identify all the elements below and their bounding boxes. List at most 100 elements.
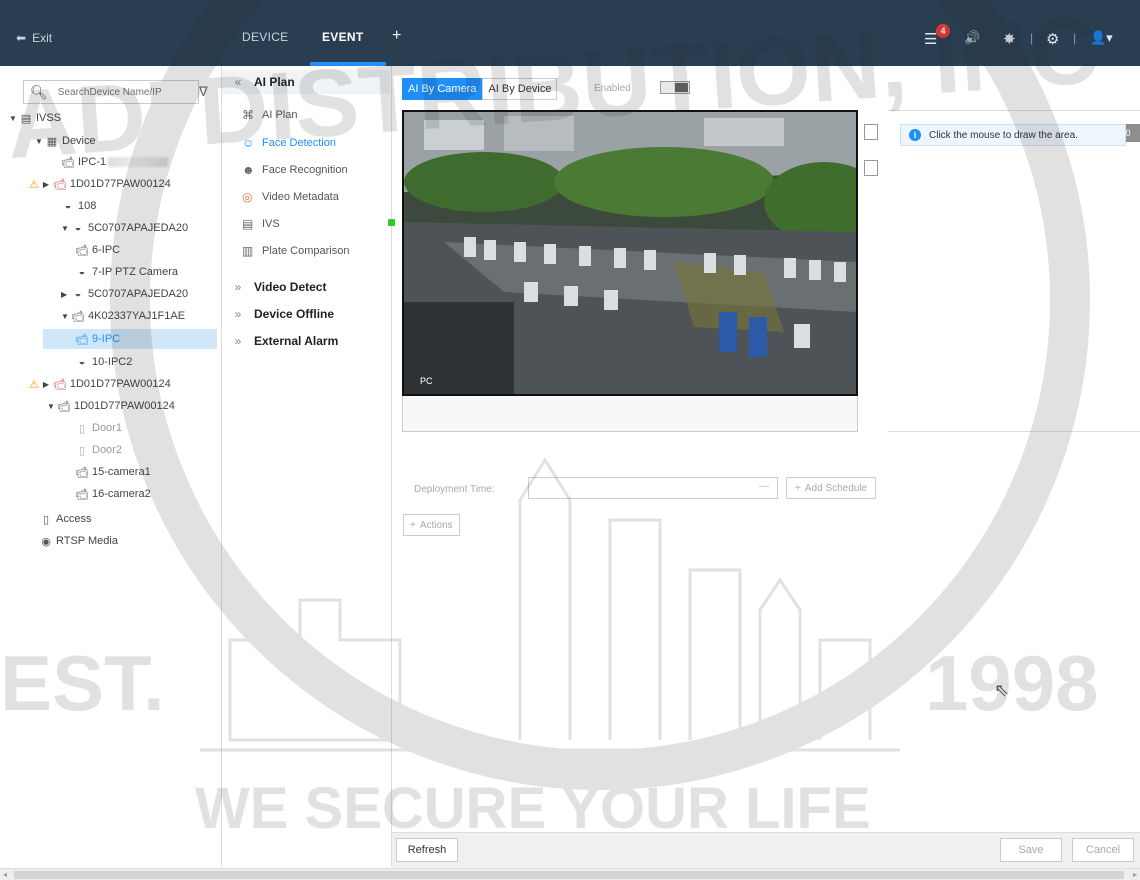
user-icon[interactable]: 👤▾ [1090,30,1113,46]
toggle-knob [675,83,688,92]
dome-camera-icon: ◒ [78,266,86,278]
exit-button[interactable]: ⬅ Exit [16,31,52,45]
tree-node-4k02337[interactable]: ▼ 📹︎ 4K02337YAJ1F1AE [61,306,185,326]
expand-arrow-icon[interactable]: ▼ [47,402,57,411]
cancel-button[interactable]: Cancel [1072,838,1134,862]
tab-ai-by-device[interactable]: AI By Device [482,78,558,100]
collapse-arrow-icon[interactable]: ▶ [43,180,53,189]
enabled-label: Enabled [594,83,631,94]
tree-node-1d01-c[interactable]: ▼ 📹︎ 1D01D77PAW00124 [47,396,175,416]
tree-node-1d01-offline-2[interactable]: ⚠ ▶ 📹︎ 1D01D77PAW00124 [29,374,171,394]
warning-icon: ⚠ [29,178,39,191]
tree-node-rtsp-media[interactable]: ◉ RTSP Media [39,531,118,551]
gear-icon[interactable]: ⚙ [1046,30,1059,48]
ai-plan-icon: ⌘ [242,108,254,122]
camera-icon: 📹︎ [61,156,75,169]
camera-live-view[interactable]: PC [402,110,858,396]
clear-area-icon[interactable] [864,160,878,176]
plate-icon: ▥ [242,244,254,258]
menu-group-ai-plan[interactable]: « AI Plan [222,70,390,94]
device-search-box[interactable]: 🔍︎ [23,80,199,104]
offline-camera-icon: 📹︎ [52,178,67,191]
add-schedule-button[interactable]: + Add Schedule [786,477,877,499]
chevron-down-icon: « [234,75,242,89]
expand-arrow-icon[interactable]: ▼ [61,312,71,321]
menu-item-plate-comparison[interactable]: ▥ Plate Comparison [242,240,382,262]
back-arrow-icon: ⬅ [16,31,27,45]
exit-label: Exit [32,31,53,45]
menu-group-device-offline[interactable]: » Device Offline [222,302,390,326]
tree-node-7-ptz[interactable]: ◒ 7-IP PTZ Camera [75,262,178,282]
tree-node-16-camera2[interactable]: 📹︎ 16-camera2 [75,484,151,504]
enabled-toggle[interactable] [660,81,690,94]
rule-config-area [888,110,1140,432]
dome-camera-icon: ◒ [64,200,72,212]
dome-camera-icon: ◒ [74,222,82,234]
menu-item-face-detection[interactable]: ☺ Face Detection [242,132,382,154]
camera-icon: 📹︎ [57,400,71,413]
add-tab-button[interactable]: + [392,27,402,45]
alarm-sound-icon[interactable]: 🔊 [964,30,980,46]
tree-node-ipc-1[interactable]: 📹︎ IPC-1 [61,152,169,172]
menu-item-ivs[interactable]: ▤ IVS [242,213,395,235]
divider: | [1030,31,1034,45]
door-icon: ▯ [78,422,86,435]
menu-group-video-detect[interactable]: » Video Detect [222,275,390,299]
tab-event[interactable]: EVENT [322,30,364,44]
tree-node-108[interactable]: ◒ 108 [61,196,97,216]
access-door-icon: ▯ [42,513,50,526]
tab-device[interactable]: DEVICE [242,30,288,44]
filter-icon[interactable]: ∇ [199,84,208,100]
tree-node-5c0707-a[interactable]: ▼ ◒ 5C0707APAJEDA20 [61,218,188,238]
tree-node-device[interactable]: ▼ ▦ Device [35,131,96,151]
chevron-right-icon: » [234,280,242,294]
collapse-arrow-icon[interactable]: ▶ [43,380,53,389]
search-input[interactable] [57,86,178,98]
scroll-left-icon[interactable]: ◂ [3,869,7,880]
tree-node-10-ipc2[interactable]: ◒ 10-IPC2 [75,352,133,372]
collapse-arrow-icon[interactable]: ▶ [61,290,71,299]
status-indicator [388,219,395,226]
tree-node-6-ipc[interactable]: 📹︎ 6-IPC [75,240,120,260]
expand-arrow-icon[interactable]: ▼ [35,137,45,146]
horizontal-scrollbar[interactable]: ◂ ▸ [0,868,1140,880]
actions-button[interactable]: + Actions [403,514,460,536]
network-icon[interactable]: ✸ [1003,30,1016,48]
save-button[interactable]: Save [1000,838,1062,862]
plus-icon: + [410,519,416,531]
mode-tab-group: AI By Camera AI By Device [402,78,558,100]
tree-node-1d01-offline[interactable]: ⚠ ▶ 📹︎ 1D01D77PAW00124 [29,174,171,194]
top-navigation-bar: ⬅ Exit DEVICE EVENT + ☰ 4 🔊 ✸ | ⚙ | 👤▾ [0,0,1140,66]
expand-arrow-icon[interactable]: ▼ [9,114,19,123]
camera-icon: 📹︎ [75,244,89,257]
deployment-time-select[interactable]: — [528,477,778,499]
draw-hint-message: i Click the mouse to draw the area. [900,124,1126,146]
tree-node-ivss[interactable]: ▼ ▤ IVSS [9,108,61,128]
expand-arrow-icon[interactable]: ▼ [61,224,71,233]
tab-ai-by-camera[interactable]: AI By Camera [402,78,483,100]
tree-node-5c0707-b[interactable]: ▶ ◒ 5C0707APAJEDA20 [61,284,188,304]
tree-node-access[interactable]: ▯ Access [39,509,92,529]
dome-camera-icon: ◒ [78,356,86,368]
menu-item-video-metadata[interactable]: ◎ Video Metadata [242,186,382,208]
menu-group-external-alarm[interactable]: » External Alarm [222,329,390,353]
chevron-right-icon: » [234,307,242,321]
watermark-year: 1998 [925,639,1099,727]
offline-camera-icon: 📹︎ [52,378,67,391]
tree-node-door2[interactable]: ▯ Door2 [75,440,122,460]
device-tree-panel: 🔍︎ ∇ ▼ ▤ IVSS ▼ ▦ Device 📹︎ IPC-1 ⚠ ▶ 📹︎… [5,66,222,866]
rtsp-icon: ◉ [41,535,51,548]
ivs-icon: ▤ [242,217,254,231]
deployment-time-label: Deployment Time: [414,484,495,495]
refresh-button[interactable]: Refresh [396,838,458,862]
scroll-right-icon[interactable]: ▸ [1133,869,1137,880]
menu-item-ai-plan[interactable]: ⌘ AI Plan [242,104,382,126]
tree-node-15-camera1[interactable]: 📹︎ 15-camera1 [75,462,151,482]
draw-area-icon[interactable] [864,124,878,140]
event-menu-panel: « AI Plan ⌘ AI Plan ☺ Face Detection ☻ F… [222,66,395,866]
tree-node-door1[interactable]: ▯ Door1 [75,418,122,438]
nvr-icon: ▤ [20,112,32,125]
menu-item-face-recognition[interactable]: ☻ Face Recognition [242,159,382,181]
scrollbar-thumb[interactable] [14,871,1124,879]
tree-node-9-ipc[interactable]: 📹︎ 9-IPC [43,329,217,349]
